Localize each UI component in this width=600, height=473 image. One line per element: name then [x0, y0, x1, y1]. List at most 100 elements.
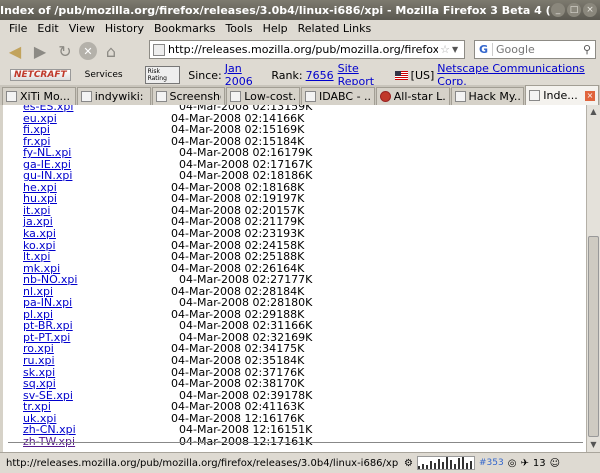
file-meta — [72, 170, 179, 182]
graph-bar — [437, 459, 440, 469]
forward-arrow-icon: ▶ — [33, 41, 47, 61]
scroll-up-icon[interactable]: ▲ — [587, 105, 600, 119]
tab-hack-my[interactable]: Hack My... — [450, 87, 525, 105]
us-flag-icon — [395, 70, 408, 80]
red-icon — [379, 91, 391, 102]
file-date: 04-Mar-2008 02:15 — [171, 123, 277, 137]
file-listing: es-ES.xpi 04-Mar-2008 02:13 159K eu.xpi 04-… — [23, 105, 312, 447]
title-bar: Index of /pub/mozilla.org/firefox/releas… — [0, 0, 600, 20]
close-button[interactable]: × — [583, 3, 597, 17]
netcraft-logo[interactable]: NETCRAFT — [10, 69, 71, 81]
graph-bar — [441, 462, 444, 469]
rank-label: Rank: — [271, 68, 303, 82]
file-size: 170K — [276, 377, 305, 391]
menu-related-links[interactable]: Related Links — [293, 22, 377, 35]
file-meta — [50, 205, 171, 217]
page-icon — [6, 91, 17, 102]
graph-bar — [421, 464, 424, 469]
window-title: Index of /pub/mozilla.org/firefox/releas… — [0, 3, 551, 17]
page-favicon-icon — [153, 43, 165, 56]
file-meta — [70, 332, 179, 344]
search-input[interactable] — [493, 43, 579, 56]
page-icon — [155, 91, 167, 102]
close-tab-icon[interactable]: × — [585, 90, 595, 101]
file-meta — [72, 297, 179, 309]
rank-link[interactable]: 7656 — [306, 69, 334, 82]
tab-screenshots[interactable]: Screenshots — [151, 87, 226, 105]
file-size: 169K — [276, 123, 305, 137]
stop-button[interactable]: ✕ — [79, 42, 97, 60]
search-icon[interactable]: ⚲ — [579, 43, 595, 56]
graph-bar — [469, 461, 472, 469]
divider — [8, 442, 583, 443]
file-meta — [57, 113, 171, 125]
reload-button[interactable]: ↻ — [54, 40, 76, 62]
status-count: 13 — [532, 457, 546, 469]
netcraft-toolbar: NETCRAFT Services Risk Rating Since: Jan… — [0, 62, 600, 88]
forward-button[interactable]: ▶ — [29, 40, 51, 62]
minimize-button[interactable]: _ — [551, 3, 565, 17]
search-box[interactable]: G ⚲ — [474, 40, 596, 59]
file-size: 179K — [284, 146, 313, 160]
file-link[interactable]: ka.xpi — [23, 228, 56, 240]
scrollbar-thumb[interactable] — [588, 236, 599, 437]
tab-bar: XiTi Mo... indywiki: ... Screenshots Low… — [0, 85, 600, 105]
tab-low-cost[interactable]: Low-cost... — [226, 87, 300, 105]
file-meta — [51, 401, 171, 413]
file-link[interactable]: lt.xpi — [23, 251, 50, 263]
menu-bookmarks[interactable]: Bookmarks — [149, 22, 220, 35]
menu-help[interactable]: Help — [258, 22, 293, 35]
tab-indywiki[interactable]: indywiki: ... — [76, 87, 151, 105]
risk-rating-button[interactable]: Risk Rating — [144, 66, 181, 84]
url-dropdown-icon[interactable]: ▼ — [452, 45, 464, 54]
file-size: 193K — [276, 227, 305, 241]
file-link[interactable]: fi.xpi — [23, 124, 50, 136]
menu-tools[interactable]: Tools — [220, 22, 257, 35]
services-menu[interactable]: Services — [85, 70, 123, 80]
file-link[interactable]: ru.xpi — [23, 355, 55, 367]
graph-bar — [457, 458, 460, 469]
page-icon — [80, 91, 92, 102]
status-face-icon[interactable]: ☺ — [550, 458, 560, 469]
graph-bar — [461, 457, 464, 469]
graph-bar — [453, 464, 456, 469]
since-label: Since: — [188, 68, 222, 82]
home-icon: ⌂ — [105, 41, 117, 61]
traffic-graph — [416, 456, 475, 470]
file-meta — [76, 424, 179, 436]
page-content: es-ES.xpi 04-Mar-2008 02:13 159K eu.xpi 04-… — [3, 105, 586, 452]
tab-idabc[interactable]: IDABC - ... — [301, 87, 375, 105]
file-link[interactable]: fy-NL.xpi — [23, 147, 71, 159]
file-link[interactable]: sq.xpi — [23, 378, 56, 390]
url-text[interactable]: http://releases.mozilla.org/pub/mozilla.… — [168, 43, 438, 56]
file-meta — [73, 320, 179, 332]
menu-file[interactable]: File — [4, 22, 32, 35]
vertical-scrollbar[interactable]: ▲ ▼ — [586, 105, 600, 452]
graph-bar — [425, 465, 428, 469]
menu-edit[interactable]: Edit — [32, 22, 63, 35]
file-meta — [71, 159, 179, 171]
search-engine-icon[interactable]: G — [475, 43, 493, 56]
maximize-button[interactable]: □ — [567, 3, 581, 17]
file-size: 184K — [276, 354, 305, 368]
file-meta — [77, 274, 179, 286]
tab-all-star[interactable]: All-star L... — [375, 87, 450, 105]
tab-xiti[interactable]: XiTi Mo... — [2, 87, 76, 105]
menu-view[interactable]: View — [64, 22, 100, 35]
back-button[interactable]: ◀ — [4, 40, 26, 62]
status-globe-icon[interactable]: ◎ — [508, 458, 517, 469]
bookmark-star-icon[interactable]: ☆ — [438, 43, 452, 56]
stop-icon: ✕ — [83, 44, 93, 58]
status-bird-icon[interactable]: ✈ — [520, 458, 528, 469]
url-bar[interactable]: http://releases.mozilla.org/pub/mozilla.… — [149, 40, 465, 59]
tab-index[interactable]: Inde... × — [525, 85, 599, 105]
netcraft-status-icon[interactable]: ⚙ — [404, 458, 413, 469]
country-label: [US] — [410, 68, 435, 82]
home-button[interactable]: ⌂ — [100, 40, 122, 62]
file-meta — [57, 193, 171, 205]
menu-history[interactable]: History — [100, 22, 149, 35]
list-item: ka.xpi 04-Mar-2008 02:23 193K — [23, 228, 312, 240]
list-item: fy-NL.xpi 04-Mar-2008 02:16 179K — [23, 147, 312, 159]
status-rank[interactable]: #353 — [479, 458, 504, 468]
scroll-down-icon[interactable]: ▼ — [587, 438, 600, 452]
